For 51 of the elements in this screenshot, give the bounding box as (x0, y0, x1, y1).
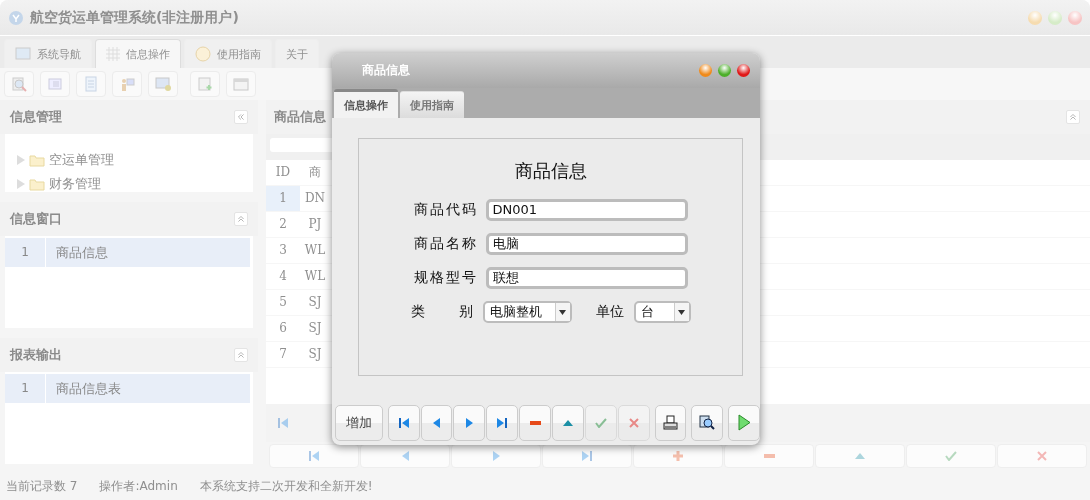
field-label: 商品代码 (413, 201, 476, 219)
nav-tab[interactable]: 使用指南 (184, 39, 272, 68)
table-cell: 1 (266, 186, 300, 211)
table-cell-text: SJ (307, 320, 323, 337)
status-text: 本系统支持二次开发和全新开发! (199, 477, 373, 495)
column-header: ID (274, 164, 292, 181)
panel-title: 信息窗口 (10, 210, 63, 228)
status-text: 当前记录数 7 (6, 477, 78, 495)
table-cell-text: WL (303, 242, 327, 259)
row-number: 1 (5, 374, 46, 403)
panel-title: 报表输出 (10, 346, 63, 364)
table-cell-text: 7 (278, 346, 288, 363)
form-title: 商品信息 (514, 159, 587, 183)
table-cell-text: 6 (278, 320, 288, 337)
table-cell-text: 3 (278, 242, 288, 259)
input-field[interactable]: 电脑 (485, 233, 688, 255)
add-button[interactable]: 增加 (335, 404, 383, 441)
input-field[interactable]: 联想 (485, 267, 688, 289)
table-cell-text: PJ (307, 216, 323, 233)
row-label: 商品信息 (55, 244, 108, 262)
table-cell-text: 4 (278, 268, 288, 285)
nav-tab[interactable]: 信息操作 (95, 39, 181, 68)
list-row[interactable]: 1 商品信息 (5, 238, 250, 267)
table-cell-text: 5 (278, 294, 288, 311)
input-field[interactable]: DN001 (485, 199, 688, 221)
table-cell-text: DN (303, 190, 327, 207)
dialog-tab[interactable]: 使用指南 (400, 91, 464, 118)
dropdown-field[interactable]: 电脑整机 (482, 301, 572, 323)
tree-item[interactable]: 空运单管理 (49, 151, 114, 169)
list-row[interactable]: 1 商品信息表 (5, 374, 250, 403)
table-cell-text: SJ (307, 346, 323, 363)
row-label: 商品信息表 (55, 380, 121, 398)
field-label: 规格型号 (413, 269, 476, 287)
table-cell-text: WL (303, 268, 327, 285)
nav-tab[interactable]: 关于 (275, 39, 319, 68)
nav-tab[interactable]: 系统导航 (4, 39, 92, 68)
row-number: 1 (5, 238, 46, 267)
field-label: 类 别 (410, 303, 473, 321)
table-cell-text: SJ (307, 294, 323, 311)
status-text: 操作者:Admin (99, 477, 178, 495)
tree-item[interactable]: 财务管理 (49, 175, 101, 193)
field-label: 商品名称 (413, 235, 476, 253)
field-label: 单位 (595, 303, 624, 321)
table-cell-text: 2 (278, 216, 288, 233)
dropdown-field[interactable]: 台 (633, 301, 691, 323)
column-header: 商 (308, 164, 322, 181)
window-title: 航空货运单管理系统(非注册用户) (30, 8, 240, 27)
dialog-title: 商品信息 (362, 62, 411, 79)
dialog-tab[interactable]: 信息操作 (334, 89, 398, 118)
panel-title: 信息管理 (10, 108, 63, 126)
panel-title: 商品信息 (274, 108, 327, 126)
